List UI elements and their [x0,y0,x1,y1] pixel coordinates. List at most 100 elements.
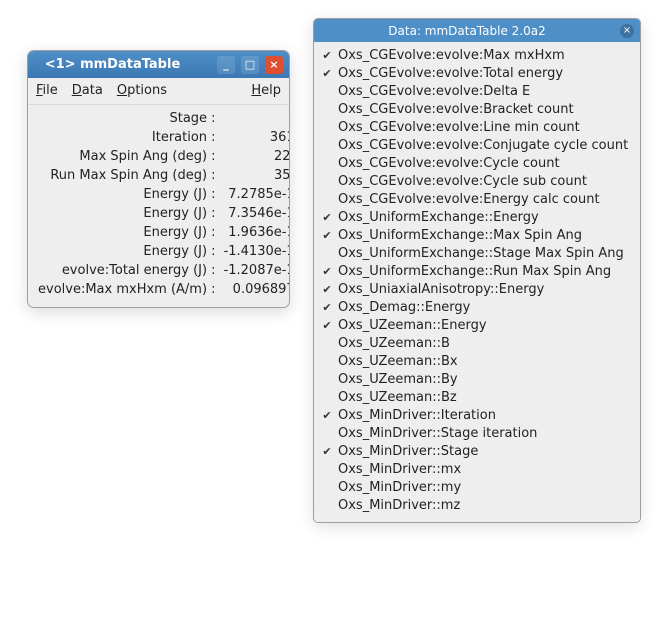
list-item-label: Oxs_CGEvolve:evolve:Energy calc count [338,192,600,207]
row-value: -1.2087e-15 [220,261,290,280]
table-row: evolve:Total energy (J) :-1.2087e-15 [34,261,290,280]
list-item[interactable]: ✔Oxs_UniformExchange::Energy [320,208,634,226]
list-item[interactable]: ✔ Oxs_MinDriver::Iteration [320,406,634,424]
list-item-label: Oxs_UZeeman::Energy [338,318,487,333]
row-label: Stage : [34,109,220,128]
list-item[interactable]: ✔Oxs_Demag::Energy [320,298,634,316]
list-item-label: Oxs_MinDriver::mz [338,498,460,513]
list-item[interactable]: Oxs_MinDriver::my [320,478,634,496]
table-row: Energy (J) :7.2785e-18 [34,185,290,204]
row-value: -1.4130e-15 [220,242,290,261]
table-row: Energy (J) :-1.4130e-15 [34,242,290,261]
row-value: 7.2785e-18 [220,185,290,204]
list-item[interactable]: ✔ Oxs_UniaxialAnisotropy::Energy [320,280,634,298]
row-label: evolve:Total energy (J) : [34,261,220,280]
row-value: 35.5 [220,166,290,185]
row-value: 22.2 [220,147,290,166]
list-item-label: Oxs_UniformExchange::Run Max Spin Ang [338,264,611,279]
table-row: evolve:Max mxHxm (A/m) :0.0968979 [34,280,290,299]
maximize-button[interactable]: □ [241,56,259,74]
table-row: Energy (J) :1.9636e-16 [34,223,290,242]
list-item[interactable]: ✔Oxs_MinDriver::Stage [320,442,634,460]
minimize-button[interactable]: _ [217,56,235,74]
list-item[interactable]: ✔ Oxs_UniformExchange::Max Spin Ang [320,226,634,244]
list-item[interactable]: ✔Oxs_CGEvolve:evolve:Max mxHxm [320,46,634,64]
list-item[interactable]: Oxs_UZeeman::B [320,334,634,352]
row-label: evolve:Max mxHxm (A/m) : [34,280,220,299]
row-label: Energy (J) : [34,204,220,223]
row-label: Run Max Spin Ang (deg) : [34,166,220,185]
list-item-label: Oxs_UniaxialAnisotropy::Energy [338,282,544,297]
data-columns-titlebar[interactable]: Data: mmDataTable 2.0a2 × [314,19,640,42]
data-table: Stage :8Iteration :3610Max Spin Ang (deg… [34,109,290,299]
list-item[interactable]: Oxs_CGEvolve:evolve:Bracket count [320,100,634,118]
list-item-label: Oxs_CGEvolve:evolve:Cycle sub count [338,174,587,189]
menu-data-rest: ata [82,83,103,98]
list-item[interactable]: ✔ Oxs_UZeeman::Energy [320,316,634,334]
menu-options[interactable]: Options [117,83,167,98]
list-item-label: Oxs_CGEvolve:evolve:Conjugate cycle coun… [338,138,628,153]
row-label: Iteration : [34,128,220,147]
list-item-label: Oxs_MinDriver::Stage iteration [338,426,537,441]
checkmark-icon: ✔ [320,265,334,278]
list-item[interactable]: Oxs_CGEvolve:evolve:Energy calc count [320,190,634,208]
list-item-label: Oxs_MinDriver::my [338,480,461,495]
list-item-label: Oxs_CGEvolve:evolve:Line min count [338,120,580,135]
list-item[interactable]: Oxs_MinDriver::Stage iteration [320,424,634,442]
list-item[interactable]: Oxs_UZeeman::Bz [320,388,634,406]
list-item-label: Oxs_CGEvolve:evolve:Total energy [338,66,563,81]
close-button[interactable]: × [265,56,283,74]
list-item-label: Oxs_UZeeman::Bz [338,390,457,405]
checkmark-icon: ✔ [320,445,334,458]
list-item-label: Oxs_UniformExchange::Max Spin Ang [338,228,582,243]
list-item-label: Oxs_MinDriver::mx [338,462,461,477]
menu-file-rest: ile [43,83,58,98]
list-item[interactable]: Oxs_CGEvolve:evolve:Line min count [320,118,634,136]
list-item[interactable]: Oxs_UZeeman::By [320,370,634,388]
menu-help-rest: elp [261,83,281,98]
checkmark-icon: ✔ [320,409,334,422]
list-item-label: Oxs_UZeeman::By [338,372,458,387]
mmdatatable-body: Stage :8Iteration :3610Max Spin Ang (deg… [28,105,289,307]
list-item-label: Oxs_MinDriver::Iteration [338,408,496,423]
mmdatatable-titlebar[interactable]: <1> mmDataTable _ □ × [28,51,289,78]
mmdatatable-window: <1> mmDataTable _ □ × File Data Options … [27,50,290,308]
checkmark-icon: ✔ [320,319,334,332]
list-item[interactable]: Oxs_CGEvolve:evolve:Delta E [320,82,634,100]
list-item[interactable]: Oxs_MinDriver::mz [320,496,634,514]
list-item[interactable]: Oxs_CGEvolve:evolve:Conjugate cycle coun… [320,136,634,154]
close-icon[interactable]: × [620,24,634,38]
list-item-label: Oxs_UZeeman::Bx [338,354,458,369]
row-value: 1.9636e-16 [220,223,290,242]
menu-file[interactable]: File [36,83,58,98]
table-row: Energy (J) :7.3546e-19 [34,204,290,223]
data-columns-body: ✔Oxs_CGEvolve:evolve:Max mxHxm✔Oxs_CGEvo… [314,42,640,522]
row-value: 8 [220,109,290,128]
checkmark-icon: ✔ [320,229,334,242]
menubar: File Data Options Help [28,78,289,105]
menu-data[interactable]: Data [72,83,103,98]
table-row: Run Max Spin Ang (deg) :35.5 [34,166,290,185]
list-item[interactable]: ✔ Oxs_UniformExchange::Run Max Spin Ang [320,262,634,280]
list-item[interactable]: Oxs_CGEvolve:evolve:Cycle count [320,154,634,172]
data-columns-title: Data: mmDataTable 2.0a2 [314,24,620,38]
row-label: Energy (J) : [34,223,220,242]
checkmark-icon: ✔ [320,49,334,62]
column-list: ✔Oxs_CGEvolve:evolve:Max mxHxm✔Oxs_CGEvo… [320,46,634,514]
list-item[interactable]: Oxs_UniformExchange::Stage Max Spin Ang [320,244,634,262]
menu-options-rest: ptions [127,83,167,98]
list-item[interactable]: ✔Oxs_CGEvolve:evolve:Total energy [320,64,634,82]
list-item[interactable]: Oxs_MinDriver::mx [320,460,634,478]
list-item-label: Oxs_CGEvolve:evolve:Cycle count [338,156,560,171]
row-value: 7.3546e-19 [220,204,290,223]
checkmark-icon: ✔ [320,301,334,314]
table-row: Iteration :3610 [34,128,290,147]
list-item-label: Oxs_CGEvolve:evolve:Delta E [338,84,530,99]
list-item[interactable]: Oxs_CGEvolve:evolve:Cycle sub count [320,172,634,190]
row-label: Max Spin Ang (deg) : [34,147,220,166]
checkmark-icon: ✔ [320,283,334,296]
row-value: 3610 [220,128,290,147]
list-item-label: Oxs_UniformExchange::Stage Max Spin Ang [338,246,624,261]
menu-help[interactable]: Help [251,83,281,98]
list-item[interactable]: Oxs_UZeeman::Bx [320,352,634,370]
